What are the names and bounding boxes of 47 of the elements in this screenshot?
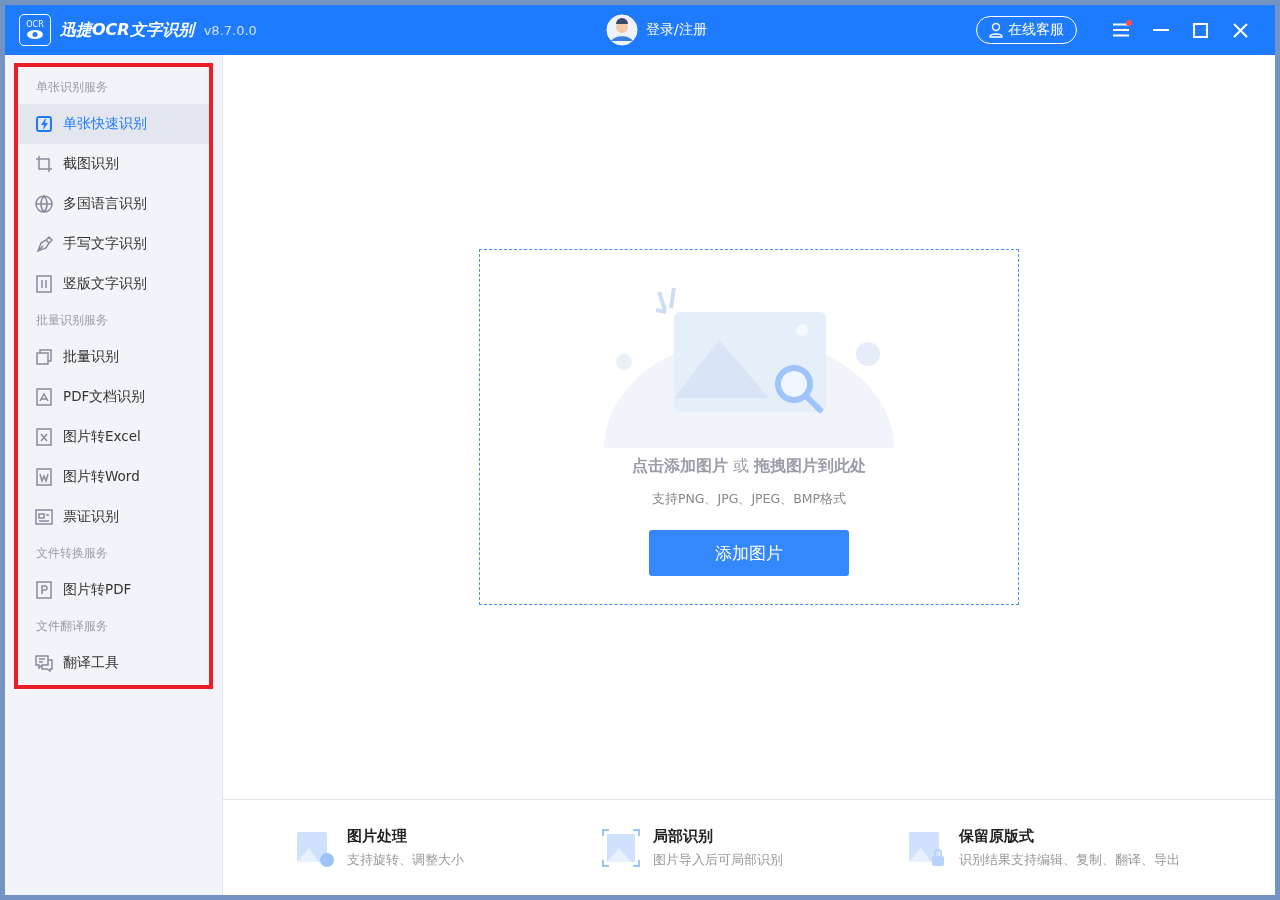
globe-icon xyxy=(34,194,54,214)
feature-description: 识别结果支持编辑、复制、翻译、导出 xyxy=(959,851,1180,869)
feature-description: 支持旋转、调整大小 xyxy=(347,851,464,869)
drop-instruction: 点击添加图片 或 拖拽图片到此处 xyxy=(631,456,867,477)
sidebar-item[interactable]: 批量识别 xyxy=(18,337,209,377)
sidebar-item[interactable]: 手写文字识别 xyxy=(18,224,209,264)
word-file-icon xyxy=(34,467,54,487)
menu-icon xyxy=(1112,23,1130,37)
close-icon xyxy=(1233,22,1249,38)
crop-icon xyxy=(34,154,54,174)
pdf-file-icon xyxy=(34,387,54,407)
lightning-square-icon xyxy=(34,114,54,134)
sidebar-item[interactable]: 多国语言识别 xyxy=(18,184,209,224)
sidebar-item[interactable]: 竖版文字识别 xyxy=(18,264,209,304)
group-title: 文件翻译服务 xyxy=(35,618,109,635)
group-title: 文件转换服务 xyxy=(35,545,109,562)
sidebar-item[interactable]: 截图识别 xyxy=(18,144,209,184)
person-icon xyxy=(989,22,1003,38)
vertical-lines-icon xyxy=(34,274,54,294)
app-version: v8.7.0.0 xyxy=(203,22,257,38)
sidebar-item[interactable]: 票证识别 xyxy=(18,497,209,537)
stacked-squares-icon xyxy=(34,347,54,367)
group-title: 批量识别服务 xyxy=(35,312,109,329)
login-link[interactable]: 登录/注册 xyxy=(606,14,707,46)
feature-title: 保留原版式 xyxy=(959,826,1035,846)
sidebar-item[interactable]: 图片转PDF xyxy=(18,570,209,610)
eye-icon xyxy=(26,29,44,40)
feature-title: 图片处理 xyxy=(347,826,408,846)
group-title: 单张识别服务 xyxy=(35,79,109,96)
feature-description: 图片导入后可局部识别 xyxy=(653,851,783,869)
feature-title: 局部识别 xyxy=(653,826,714,846)
avatar-icon xyxy=(606,14,639,46)
sidebar-item[interactable]: 翻译工具 xyxy=(18,643,209,683)
pdf-letter-icon xyxy=(34,580,54,600)
image-feature-icon xyxy=(601,827,641,868)
card-icon xyxy=(34,507,54,527)
logo-text: OCR xyxy=(26,20,44,29)
sidebar-item[interactable]: 图片转Excel xyxy=(18,417,209,457)
supported-formats: 支持PNG、JPG、JPEG、BMP格式 xyxy=(651,491,847,508)
chat-bubbles-icon xyxy=(34,653,54,673)
pen-nib-icon xyxy=(34,234,54,254)
minimize-icon xyxy=(1153,29,1169,31)
maximize-icon xyxy=(1193,22,1209,38)
drop-zone[interactable]: 点击添加图片 或 拖拽图片到此处 支持PNG、JPG、JPEG、BMP格式 添加图片 xyxy=(479,249,1019,605)
sidebar-item[interactable]: PDF文档识别 xyxy=(18,377,209,417)
sidebar-item[interactable]: 图片转Word xyxy=(18,457,209,497)
excel-file-icon xyxy=(34,427,54,447)
